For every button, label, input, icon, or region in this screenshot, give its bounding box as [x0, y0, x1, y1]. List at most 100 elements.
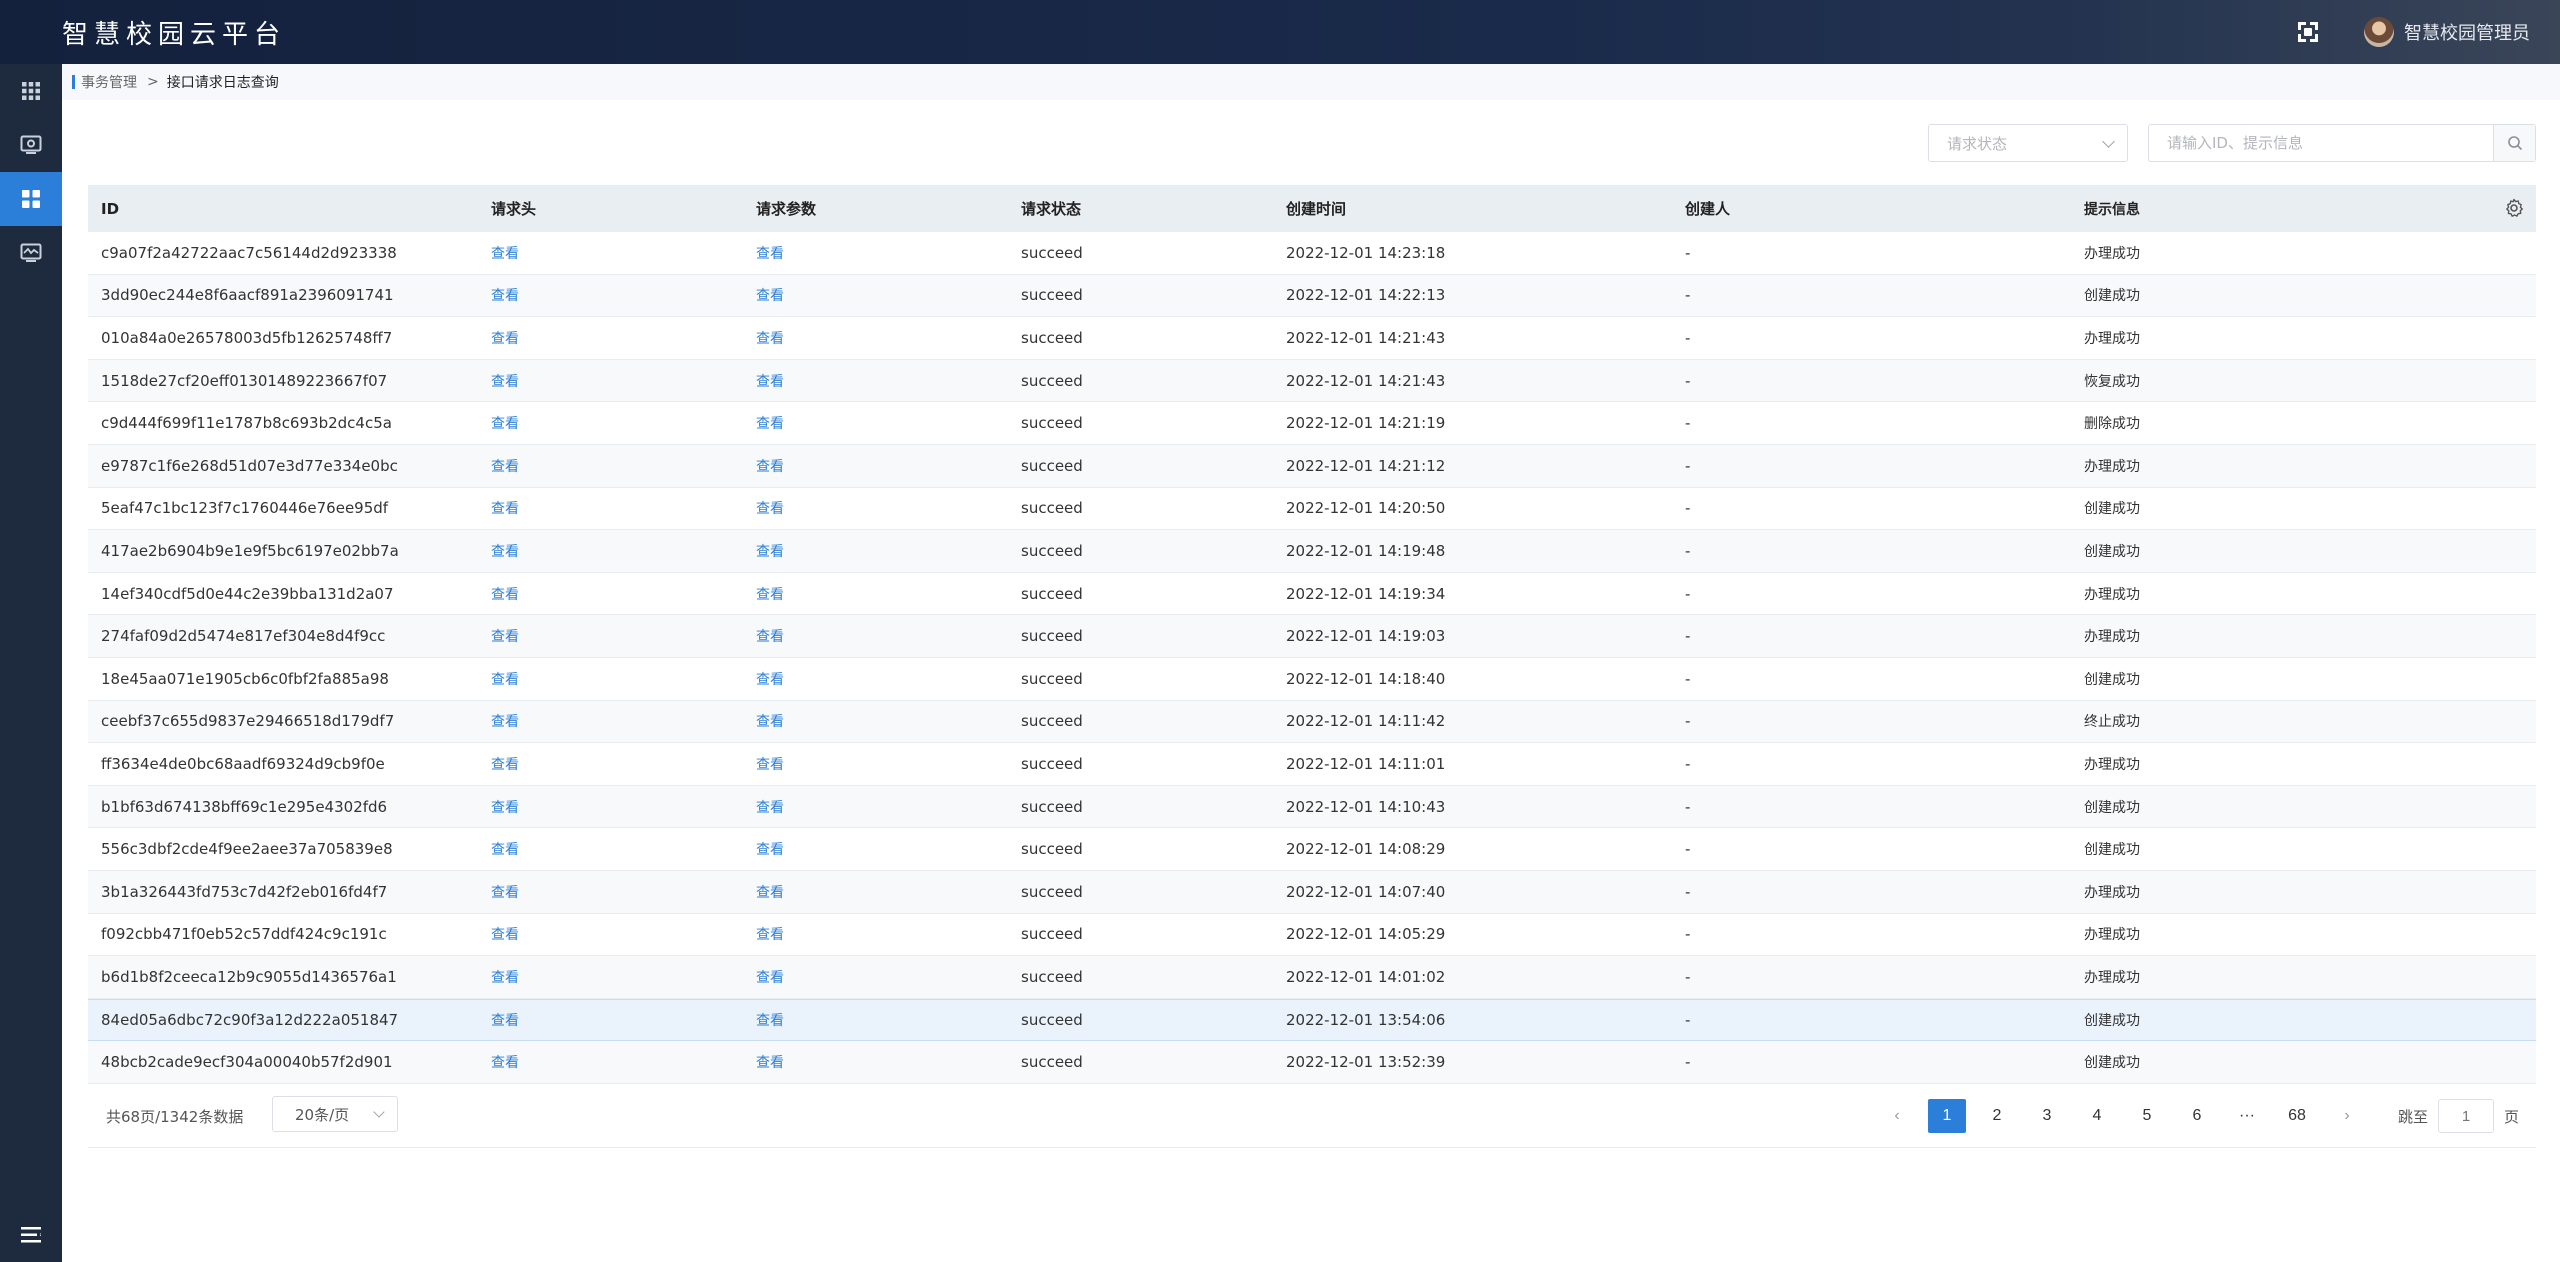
table-row[interactable]: 5eaf47c1bc123f7c1760446e76ee95df 查看 查看 succ…	[88, 488, 2536, 531]
cell-message: 创建成功	[2084, 1012, 2140, 1029]
view-params-link[interactable]: 查看	[756, 842, 784, 858]
view-headers-link[interactable]: 查看	[491, 587, 519, 603]
page-button[interactable]: 2	[1978, 1099, 2016, 1133]
table-row[interactable]: c9a07f2a42722aac7c56144d2d923338 查看 查看 succ…	[88, 232, 2536, 275]
view-headers-link[interactable]: 查看	[491, 416, 519, 432]
view-params-link[interactable]: 查看	[756, 1055, 784, 1071]
view-headers-link[interactable]: 查看	[491, 544, 519, 560]
table-row[interactable]: ceebf37c655d9837e29466518d179df7 查看 查看 succ…	[88, 700, 2536, 744]
view-headers-link[interactable]: 查看	[491, 459, 519, 475]
view-headers-link[interactable]: 查看	[491, 714, 519, 730]
view-params-link[interactable]: 查看	[756, 714, 784, 730]
gear-icon[interactable]	[2504, 198, 2524, 218]
sidebar-collapse-button[interactable]	[0, 1208, 62, 1262]
table-row[interactable]: b6d1b8f2ceeca12b9c9055d1436576a1 查看 查看 succ…	[88, 956, 2536, 999]
view-params-link[interactable]: 查看	[756, 885, 784, 901]
table-row[interactable]: 3dd90ec244e8f6aacf891a2396091741 查看 查看 succ…	[88, 274, 2536, 318]
view-params-link[interactable]: 查看	[756, 246, 784, 262]
view-headers-link[interactable]: 查看	[491, 970, 519, 986]
prev-page-button[interactable]: ‹	[1878, 1099, 1916, 1133]
view-headers-link[interactable]: 查看	[491, 246, 519, 262]
view-headers-link[interactable]: 查看	[491, 800, 519, 816]
view-params-link[interactable]: 查看	[756, 800, 784, 816]
view-params-cell: 查看	[756, 924, 1021, 944]
view-headers-link[interactable]: 查看	[491, 672, 519, 688]
view-params-link[interactable]: 查看	[756, 629, 784, 645]
sidebar-item-dashboard[interactable]	[0, 172, 62, 226]
cell-created-time: 2022-12-01 14:21:43	[1286, 328, 1446, 347]
sidebar-item-monitor[interactable]	[0, 118, 62, 172]
view-headers-link[interactable]: 查看	[491, 288, 519, 304]
page-ellipsis[interactable]: ···	[2228, 1099, 2266, 1133]
table-row[interactable]: 1518de27cf20eff01301489223667f07 查看 查看 succ…	[88, 359, 2536, 403]
sidebar-item-screen[interactable]	[0, 226, 62, 280]
table-row[interactable]: 3b1a326443fd753c7d42f2eb016fd4f7 查看 查看 succ…	[88, 870, 2536, 914]
monitor-icon	[20, 135, 42, 154]
page-button[interactable]: 4	[2078, 1099, 2116, 1133]
view-params-link[interactable]: 查看	[756, 288, 784, 304]
view-params-link[interactable]: 查看	[756, 757, 784, 773]
view-headers-link[interactable]: 查看	[491, 1013, 519, 1029]
view-headers-link[interactable]: 查看	[491, 501, 519, 517]
next-page-button[interactable]: ›	[2328, 1099, 2366, 1133]
view-headers-link[interactable]: 查看	[491, 927, 519, 943]
view-params-link[interactable]: 查看	[756, 416, 784, 432]
view-params-cell: 查看	[756, 839, 1021, 859]
view-headers-cell: 查看	[491, 797, 756, 817]
view-headers-link[interactable]: 查看	[491, 1055, 519, 1071]
page-button[interactable]: 5	[2128, 1099, 2166, 1133]
table-row[interactable]: 18e45aa071e1905cb6c0fbf2fa885a98 查看 查看 succ…	[88, 658, 2536, 701]
view-headers-link[interactable]: 查看	[491, 842, 519, 858]
view-headers-link[interactable]: 查看	[491, 629, 519, 645]
fullscreen-icon[interactable]	[2294, 18, 2322, 46]
user-name[interactable]: 智慧校园管理员	[2404, 19, 2530, 45]
search-button[interactable]	[2493, 125, 2535, 161]
view-params-link[interactable]: 查看	[756, 501, 784, 517]
view-headers-link[interactable]: 查看	[491, 374, 519, 390]
view-headers-link[interactable]: 查看	[491, 885, 519, 901]
view-params-link[interactable]: 查看	[756, 1013, 784, 1029]
avatar[interactable]	[2364, 17, 2394, 47]
page-button[interactable]: 6	[2178, 1099, 2216, 1133]
column-header-creator: 创建人	[1685, 200, 1731, 218]
search-input[interactable]	[2149, 125, 2493, 161]
view-headers-link[interactable]: 查看	[491, 757, 519, 773]
table-row[interactable]: ff3634e4de0bc68aadf69324d9cb9f0e 查看 查看 succ…	[88, 743, 2536, 786]
table-row[interactable]: 274faf09d2d5474e817ef304e8d4f9cc 查看 查看 succ…	[88, 615, 2536, 658]
cell-message: 办理成功	[2084, 629, 2140, 646]
table-row[interactable]: e9787c1f6e268d51d07e3d77e334e0bc 查看 查看 succ…	[88, 444, 2536, 488]
page-button[interactable]: 1	[1928, 1099, 1966, 1133]
page-button[interactable]: 68	[2278, 1099, 2316, 1133]
breadcrumb-parent[interactable]: 事务管理	[81, 72, 137, 92]
table-row[interactable]: 417ae2b6904b9e1e9f5bc6197e02bb7a 查看 查看 succ…	[88, 530, 2536, 573]
goto-page-input[interactable]	[2438, 1099, 2495, 1133]
table-row[interactable]: 556c3dbf2cde4f9ee2aee37a705839e8 查看 查看 succ…	[88, 828, 2536, 871]
search-box	[2148, 124, 2536, 162]
cell-created-time: 2022-12-01 14:08:29	[1286, 840, 1446, 859]
table-header: ID 请求头 请求参数 请求状态 创建时间 创建人 提示信息	[88, 185, 2536, 232]
view-params-link[interactable]: 查看	[756, 587, 784, 603]
column-header-message: 提示信息	[2084, 201, 2140, 218]
table-row[interactable]: 14ef340cdf5d0e44c2e39bba131d2a07 查看 查看 succ…	[88, 573, 2536, 616]
page-size-select[interactable]: 20条/页	[272, 1096, 398, 1132]
view-params-cell: 查看	[756, 413, 1021, 433]
table-row[interactable]: 010a84a0e26578003d5fb12625748ff7 查看 查看 succ…	[88, 317, 2536, 360]
table-row[interactable]: c9d444f699f11e1787b8c693b2dc4c5a 查看 查看 succ…	[88, 402, 2536, 445]
view-params-link[interactable]: 查看	[756, 927, 784, 943]
view-params-link[interactable]: 查看	[756, 672, 784, 688]
page-button[interactable]: 3	[2028, 1099, 2066, 1133]
cell-created-time: 2022-12-01 14:21:12	[1286, 456, 1446, 475]
table-row[interactable]: f092cbb471f0eb52c57ddf424c9c191c 查看 查看 succ…	[88, 914, 2536, 957]
view-headers-link[interactable]: 查看	[491, 331, 519, 347]
status-select[interactable]: 请求状态	[1928, 124, 2128, 162]
table-row[interactable]: 84ed05a6dbc72c90f3a12d222a051847 查看 查看 succ…	[88, 998, 2536, 1042]
sidebar-item-apps[interactable]	[0, 64, 62, 118]
view-params-link[interactable]: 查看	[756, 544, 784, 560]
view-params-link[interactable]: 查看	[756, 970, 784, 986]
view-params-cell: 查看	[756, 541, 1021, 561]
view-params-link[interactable]: 查看	[756, 331, 784, 347]
table-row[interactable]: b1bf63d674138bff69c1e295e4302fd6 查看 查看 succ…	[88, 785, 2536, 829]
cell-message: 办理成功	[2084, 586, 2140, 603]
view-params-link[interactable]: 查看	[756, 459, 784, 475]
view-params-link[interactable]: 查看	[756, 374, 784, 390]
